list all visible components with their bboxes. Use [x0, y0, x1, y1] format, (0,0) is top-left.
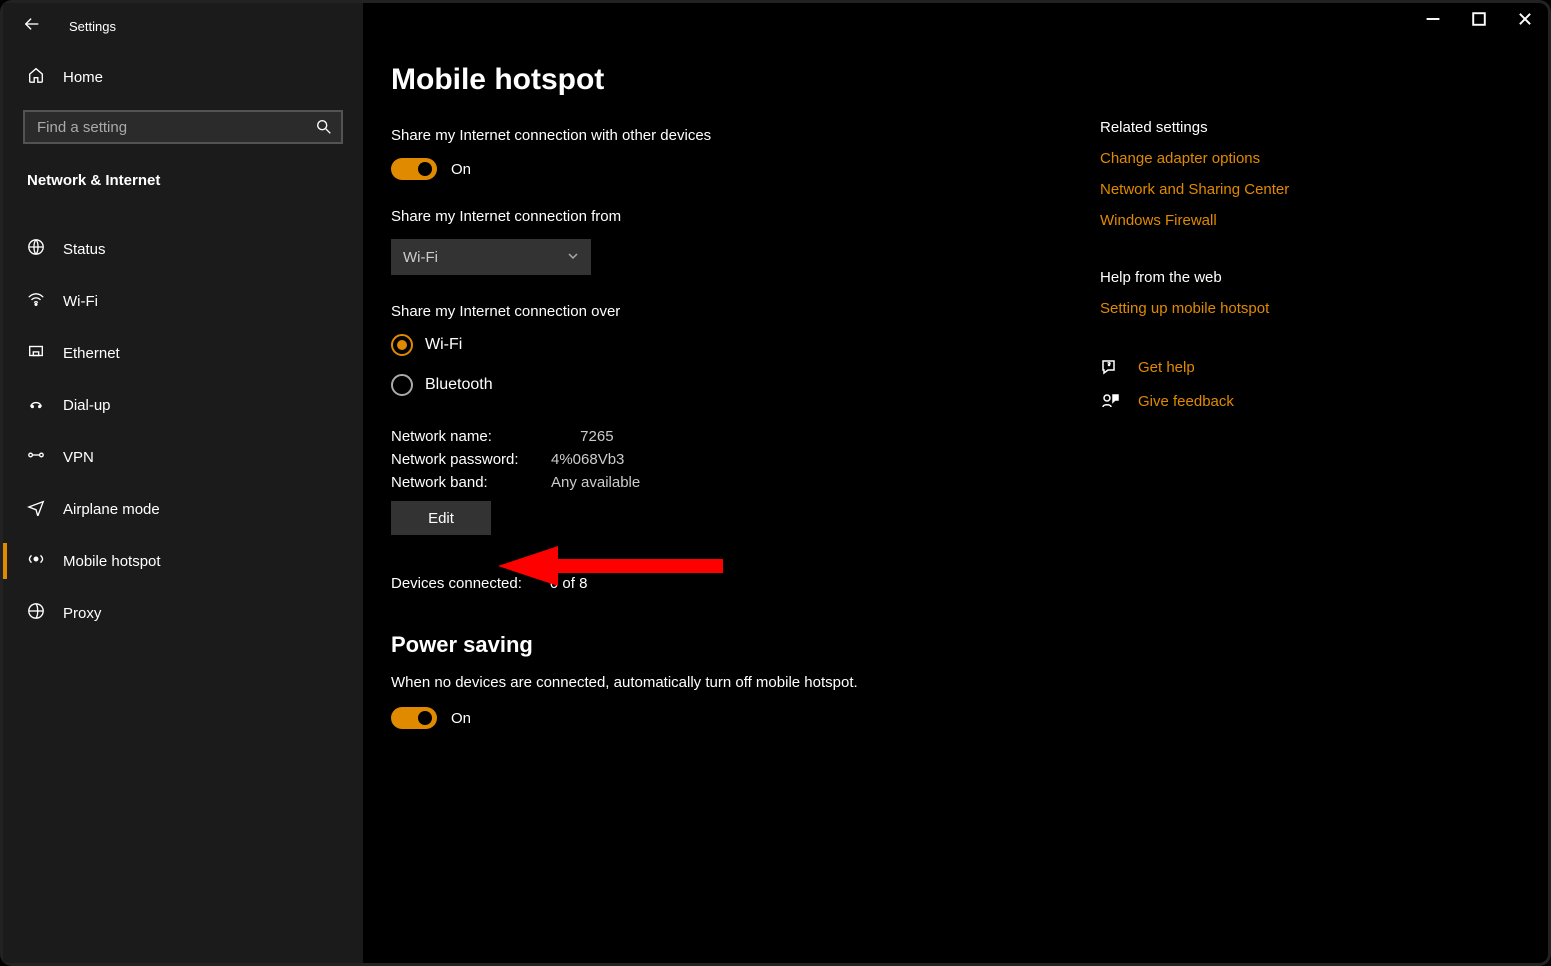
maximize-button[interactable]	[1456, 3, 1502, 35]
network-name-value: 7265	[551, 428, 614, 445]
globe-icon	[27, 238, 45, 260]
help-icon	[1100, 357, 1120, 377]
share-over-label: Share my Internet connection over	[391, 303, 1091, 320]
radio-option-bluetooth[interactable]: Bluetooth	[391, 374, 1091, 396]
sidebar-item-airplane[interactable]: Airplane mode	[3, 483, 363, 535]
radio-option-wifi[interactable]: Wi-Fi	[391, 334, 1091, 356]
share-connection-toggle[interactable]	[391, 158, 437, 180]
vpn-icon	[27, 446, 45, 468]
radio-label: Wi-Fi	[425, 336, 462, 354]
dialup-icon	[27, 394, 45, 416]
sidebar-item-label: Ethernet	[63, 345, 120, 362]
power-saving-toggle[interactable]	[391, 707, 437, 729]
sidebar-item-label: Status	[63, 241, 106, 258]
wifi-icon	[27, 290, 45, 312]
right-sidebar: Related settings Change adapter options …	[1100, 119, 1400, 425]
sidebar-item-ethernet[interactable]: Ethernet	[3, 327, 363, 379]
get-help-link[interactable]: Get help	[1100, 357, 1400, 377]
link-change-adapter-options[interactable]: Change adapter options	[1100, 150, 1400, 167]
airplane-icon	[27, 498, 45, 520]
home-icon	[27, 66, 45, 88]
share-toggle-state: On	[451, 161, 471, 178]
sidebar-item-proxy[interactable]: Proxy	[3, 587, 363, 639]
share-connection-label: Share my Internet connection with other …	[391, 127, 1091, 144]
related-settings-heading: Related settings	[1100, 119, 1400, 136]
sidebar-item-wifi[interactable]: Wi-Fi	[3, 275, 363, 327]
radio-icon	[391, 374, 413, 396]
devices-connected-value: 0 of 8	[550, 575, 588, 592]
home-nav-item[interactable]: Home	[3, 50, 363, 96]
sidebar-item-label: Wi-Fi	[63, 293, 98, 310]
close-button[interactable]	[1502, 3, 1548, 35]
section-label: Network & Internet	[27, 172, 363, 189]
search-input[interactable]	[23, 110, 343, 144]
chevron-down-icon	[567, 250, 579, 265]
sidebar-item-vpn[interactable]: VPN	[3, 431, 363, 483]
network-band-label: Network band:	[391, 474, 551, 491]
radio-label: Bluetooth	[425, 376, 493, 394]
sidebar-item-label: Airplane mode	[63, 501, 160, 518]
radio-icon	[391, 334, 413, 356]
share-from-dropdown[interactable]: Wi-Fi	[391, 239, 591, 275]
link-windows-firewall[interactable]: Windows Firewall	[1100, 212, 1400, 229]
devices-connected-label: Devices connected:	[391, 575, 522, 592]
give-feedback-link[interactable]: Give feedback	[1100, 391, 1400, 411]
feedback-icon	[1100, 391, 1120, 411]
give-feedback-label: Give feedback	[1138, 393, 1234, 410]
share-from-label: Share my Internet connection from	[391, 208, 1091, 225]
dropdown-value: Wi-Fi	[403, 249, 438, 266]
power-saving-heading: Power saving	[391, 632, 1091, 658]
power-toggle-state: On	[451, 710, 471, 727]
sidebar-item-dialup[interactable]: Dial-up	[3, 379, 363, 431]
link-setting-up-mobile-hotspot[interactable]: Setting up mobile hotspot	[1100, 300, 1400, 317]
sidebar: Settings Home Network & Internet Status …	[3, 3, 363, 963]
hotspot-icon	[27, 550, 45, 572]
help-from-web-heading: Help from the web	[1100, 269, 1400, 286]
search-icon	[315, 118, 333, 139]
proxy-icon	[27, 602, 45, 624]
sidebar-item-status[interactable]: Status	[3, 223, 363, 275]
sidebar-item-label: Dial-up	[63, 397, 111, 414]
link-network-sharing-center[interactable]: Network and Sharing Center	[1100, 181, 1400, 198]
minimize-button[interactable]	[1410, 3, 1456, 35]
network-password-value: 4%068Vb3	[551, 451, 624, 468]
sidebar-item-label: Proxy	[63, 605, 101, 622]
sidebar-item-label: Mobile hotspot	[63, 553, 161, 570]
power-saving-description: When no devices are connected, automatic…	[391, 674, 1091, 691]
sidebar-item-mobile-hotspot[interactable]: Mobile hotspot	[3, 535, 363, 587]
network-band-value: Any available	[551, 474, 640, 491]
page-title: Mobile hotspot	[391, 63, 1091, 97]
edit-button-label: Edit	[428, 510, 454, 527]
back-button[interactable]	[23, 15, 41, 38]
get-help-label: Get help	[1138, 359, 1195, 376]
network-password-label: Network password:	[391, 451, 551, 468]
main-content: Mobile hotspot Share my Internet connect…	[391, 63, 1091, 757]
ethernet-icon	[27, 342, 45, 364]
edit-button[interactable]: Edit	[391, 501, 491, 535]
search-box	[23, 110, 343, 144]
network-name-label: Network name:	[391, 428, 551, 445]
titlebar-label: Settings	[69, 19, 116, 34]
sidebar-item-label: VPN	[63, 449, 94, 466]
home-label: Home	[63, 69, 103, 86]
